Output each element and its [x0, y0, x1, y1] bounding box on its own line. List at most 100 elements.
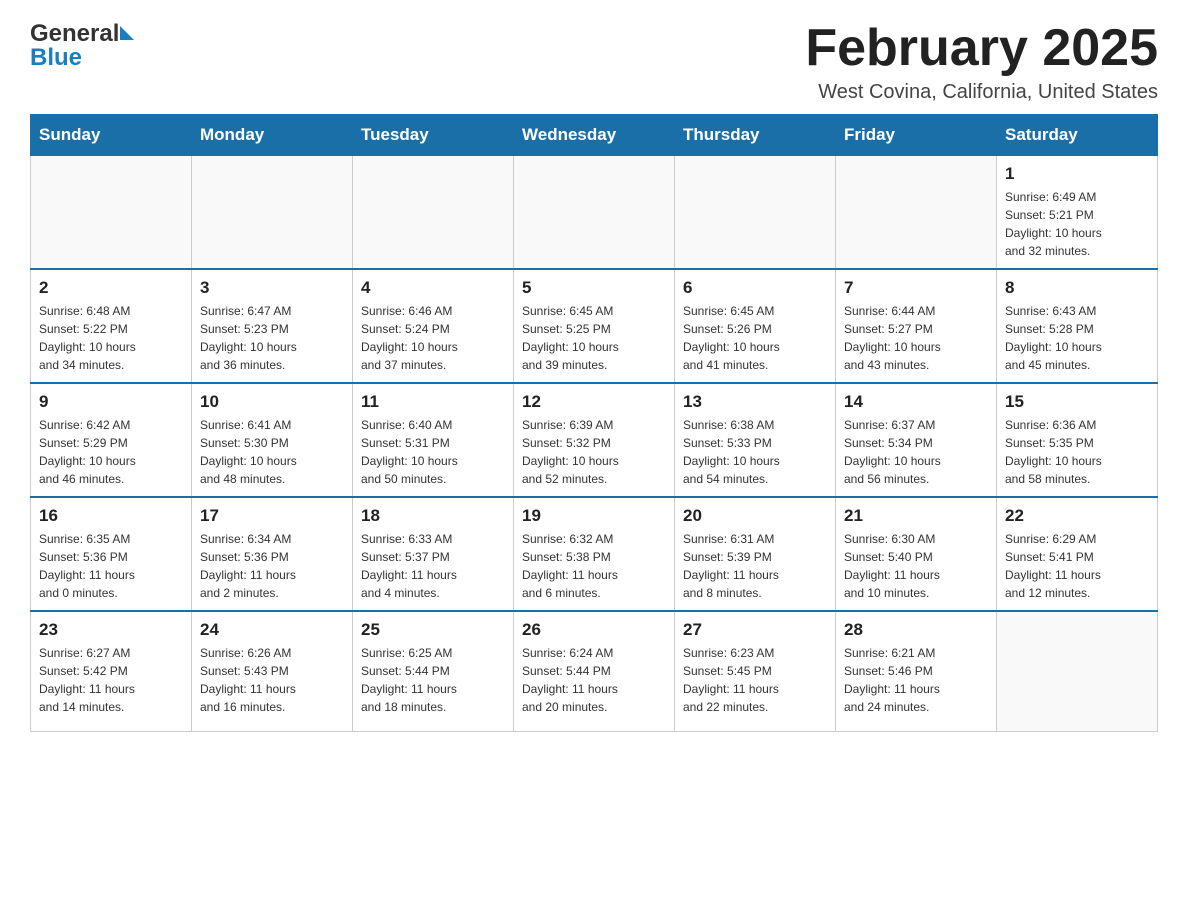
- day-number: 4: [361, 278, 505, 298]
- day-info: Sunrise: 6:45 AMSunset: 5:26 PMDaylight:…: [683, 302, 827, 374]
- calendar-cell: 10 Sunrise: 6:41 AMSunset: 5:30 PMDayligh…: [192, 383, 353, 497]
- day-number: 28: [844, 620, 988, 640]
- day-info: Sunrise: 6:46 AMSunset: 5:24 PMDaylight:…: [361, 302, 505, 374]
- calendar-cell: 12Sunrise: 6:39 AMSunset: 5:32 PMDayligh…: [514, 383, 675, 497]
- day-info: Sunrise: 6:27 AMSunset: 5:42 PMDaylight:…: [39, 644, 183, 716]
- logo-line2: Blue: [30, 44, 82, 72]
- calendar-cell: 16 Sunrise: 6:35 AMSunset: 5:36 PMDayligh…: [31, 497, 192, 611]
- day-number: 26: [522, 620, 666, 640]
- header-friday: Friday: [836, 115, 997, 156]
- day-info: Sunrise: 6:40 AMSunset: 5:31 PMDaylight:…: [361, 416, 505, 488]
- day-info: Sunrise: 6:24 AMSunset: 5:44 PMDaylight:…: [522, 644, 666, 716]
- day-number: 2: [39, 278, 183, 298]
- calendar-cell: [514, 156, 675, 270]
- calendar-week-row: 23 Sunrise: 6:27 AMSunset: 5:42 PMDayligh…: [31, 611, 1158, 731]
- title-area: February 2025 West Covina, California, U…: [805, 20, 1158, 104]
- day-number: 9: [39, 392, 183, 412]
- calendar-cell: 15 Sunrise: 6:36 AMSunset: 5:35 PMDayligh…: [997, 383, 1158, 497]
- header-thursday: Thursday: [675, 115, 836, 156]
- day-info: Sunrise: 6:39 AMSunset: 5:32 PMDaylight:…: [522, 416, 666, 488]
- logo-blue-text: Blue: [30, 44, 82, 71]
- calendar-cell: [997, 611, 1158, 731]
- calendar-cell: 24 Sunrise: 6:26 AMSunset: 5:43 PMDayligh…: [192, 611, 353, 731]
- month-title: February 2025: [805, 20, 1158, 77]
- day-number: 1: [1005, 164, 1149, 184]
- day-info: Sunrise: 6:41 AMSunset: 5:30 PMDaylight:…: [200, 416, 344, 488]
- calendar-cell: 26 Sunrise: 6:24 AMSunset: 5:44 PMDayligh…: [514, 611, 675, 731]
- calendar-cell: 13Sunrise: 6:38 AMSunset: 5:33 PMDayligh…: [675, 383, 836, 497]
- day-number: 22: [1005, 506, 1149, 526]
- day-number: 25: [361, 620, 505, 640]
- day-number: 27: [683, 620, 827, 640]
- day-number: 7: [844, 278, 988, 298]
- day-info: Sunrise: 6:30 AMSunset: 5:40 PMDaylight:…: [844, 530, 988, 602]
- calendar-cell: 5 Sunrise: 6:45 AMSunset: 5:25 PMDaylight…: [514, 269, 675, 383]
- calendar-cell: [192, 156, 353, 270]
- day-info: Sunrise: 6:45 AMSunset: 5:25 PMDaylight:…: [522, 302, 666, 374]
- page-header: General Blue February 2025 West Covina, …: [30, 20, 1158, 104]
- day-info: Sunrise: 6:34 AMSunset: 5:36 PMDaylight:…: [200, 530, 344, 602]
- calendar-cell: 14Sunrise: 6:37 AMSunset: 5:34 PMDayligh…: [836, 383, 997, 497]
- calendar-cell: 11 Sunrise: 6:40 AMSunset: 5:31 PMDayligh…: [353, 383, 514, 497]
- calendar-cell: [353, 156, 514, 270]
- day-info: Sunrise: 6:31 AMSunset: 5:39 PMDaylight:…: [683, 530, 827, 602]
- day-info: Sunrise: 6:21 AMSunset: 5:46 PMDaylight:…: [844, 644, 988, 716]
- day-info: Sunrise: 6:43 AMSunset: 5:28 PMDaylight:…: [1005, 302, 1149, 374]
- location-subtitle: West Covina, California, United States: [805, 81, 1158, 104]
- calendar-cell: 9 Sunrise: 6:42 AMSunset: 5:29 PMDaylight…: [31, 383, 192, 497]
- day-info: Sunrise: 6:42 AMSunset: 5:29 PMDaylight:…: [39, 416, 183, 488]
- calendar-cell: 3Sunrise: 6:47 AMSunset: 5:23 PMDaylight…: [192, 269, 353, 383]
- logo-area: General Blue: [30, 20, 134, 72]
- calendar-cell: 25Sunrise: 6:25 AMSunset: 5:44 PMDayligh…: [353, 611, 514, 731]
- day-number: 21: [844, 506, 988, 526]
- day-info: Sunrise: 6:23 AMSunset: 5:45 PMDaylight:…: [683, 644, 827, 716]
- calendar-cell: 17 Sunrise: 6:34 AMSunset: 5:36 PMDayligh…: [192, 497, 353, 611]
- day-number: 23: [39, 620, 183, 640]
- day-info: Sunrise: 6:32 AMSunset: 5:38 PMDaylight:…: [522, 530, 666, 602]
- calendar-cell: 7 Sunrise: 6:44 AMSunset: 5:27 PMDaylight…: [836, 269, 997, 383]
- day-info: Sunrise: 6:35 AMSunset: 5:36 PMDaylight:…: [39, 530, 183, 602]
- calendar-cell: 4 Sunrise: 6:46 AMSunset: 5:24 PMDaylight…: [353, 269, 514, 383]
- calendar-cell: [675, 156, 836, 270]
- calendar-cell: [836, 156, 997, 270]
- header-tuesday: Tuesday: [353, 115, 514, 156]
- day-number: 8: [1005, 278, 1149, 298]
- calendar-week-row: 1 Sunrise: 6:49 AMSunset: 5:21 PMDaylight…: [31, 156, 1158, 270]
- calendar-cell: 18 Sunrise: 6:33 AMSunset: 5:37 PMDayligh…: [353, 497, 514, 611]
- day-info: Sunrise: 6:37 AMSunset: 5:34 PMDaylight:…: [844, 416, 988, 488]
- calendar-cell: 22 Sunrise: 6:29 AMSunset: 5:41 PMDayligh…: [997, 497, 1158, 611]
- header-sunday: Sunday: [31, 115, 192, 156]
- day-number: 11: [361, 392, 505, 412]
- header-monday: Monday: [192, 115, 353, 156]
- calendar-cell: 27 Sunrise: 6:23 AMSunset: 5:45 PMDayligh…: [675, 611, 836, 731]
- day-number: 16: [39, 506, 183, 526]
- day-number: 5: [522, 278, 666, 298]
- day-info: Sunrise: 6:26 AMSunset: 5:43 PMDaylight:…: [200, 644, 344, 716]
- day-number: 10: [200, 392, 344, 412]
- day-number: 15: [1005, 392, 1149, 412]
- calendar-cell: 21 Sunrise: 6:30 AMSunset: 5:40 PMDayligh…: [836, 497, 997, 611]
- header-saturday: Saturday: [997, 115, 1158, 156]
- day-number: 18: [361, 506, 505, 526]
- calendar-cell: 8 Sunrise: 6:43 AMSunset: 5:28 PMDaylight…: [997, 269, 1158, 383]
- day-number: 17: [200, 506, 344, 526]
- calendar-week-row: 16 Sunrise: 6:35 AMSunset: 5:36 PMDayligh…: [31, 497, 1158, 611]
- calendar-cell: 2 Sunrise: 6:48 AMSunset: 5:22 PMDaylight…: [31, 269, 192, 383]
- calendar-cell: 23 Sunrise: 6:27 AMSunset: 5:42 PMDayligh…: [31, 611, 192, 731]
- day-info: Sunrise: 6:36 AMSunset: 5:35 PMDaylight:…: [1005, 416, 1149, 488]
- day-info: Sunrise: 6:29 AMSunset: 5:41 PMDaylight:…: [1005, 530, 1149, 602]
- day-info: Sunrise: 6:33 AMSunset: 5:37 PMDaylight:…: [361, 530, 505, 602]
- day-number: 24: [200, 620, 344, 640]
- calendar-cell: 1 Sunrise: 6:49 AMSunset: 5:21 PMDaylight…: [997, 156, 1158, 270]
- day-number: 20: [683, 506, 827, 526]
- calendar-cell: 19 Sunrise: 6:32 AMSunset: 5:38 PMDayligh…: [514, 497, 675, 611]
- logo-arrow-icon: [120, 26, 134, 40]
- day-info: Sunrise: 6:47 AMSunset: 5:23 PMDaylight:…: [200, 302, 344, 374]
- day-info: Sunrise: 6:44 AMSunset: 5:27 PMDaylight:…: [844, 302, 988, 374]
- calendar-cell: 6Sunrise: 6:45 AMSunset: 5:26 PMDaylight…: [675, 269, 836, 383]
- day-info: Sunrise: 6:49 AMSunset: 5:21 PMDaylight:…: [1005, 188, 1149, 260]
- calendar-cell: [31, 156, 192, 270]
- day-info: Sunrise: 6:48 AMSunset: 5:22 PMDaylight:…: [39, 302, 183, 374]
- calendar-cell: 28 Sunrise: 6:21 AMSunset: 5:46 PMDayligh…: [836, 611, 997, 731]
- day-number: 19: [522, 506, 666, 526]
